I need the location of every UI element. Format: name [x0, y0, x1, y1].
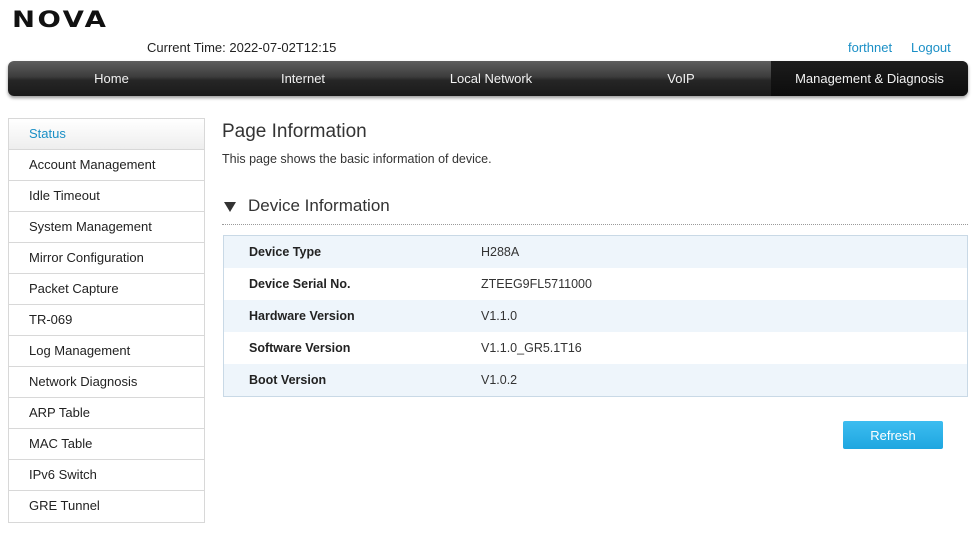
table-row: Device Serial No. ZTEEG9FL5711000	[224, 268, 967, 300]
sidebar-item-mirror-configuration[interactable]: Mirror Configuration	[9, 243, 204, 274]
row-value: H288A	[481, 245, 520, 259]
sidebar-item-tr-069[interactable]: TR-069	[9, 305, 204, 336]
sidebar-item-idle-timeout[interactable]: Idle Timeout	[9, 181, 204, 212]
sidebar-item-mac-table[interactable]: MAC Table	[9, 429, 204, 460]
sidebar-item-packet-capture[interactable]: Packet Capture	[9, 274, 204, 305]
user-link[interactable]: forthnet	[848, 40, 892, 55]
device-info-section-header[interactable]: Device Information	[222, 195, 968, 225]
table-row: Hardware Version V1.1.0	[224, 300, 967, 332]
nav-local-network[interactable]: Local Network	[391, 61, 591, 96]
table-row: Boot Version V1.0.2	[224, 364, 967, 396]
page-description: This page shows the basic information of…	[222, 152, 492, 166]
nav-internet[interactable]: Internet	[215, 61, 391, 96]
collapse-triangle-icon[interactable]	[224, 202, 236, 212]
section-title[interactable]: Device Information	[248, 196, 390, 216]
table-row: Device Type H288A	[224, 236, 967, 268]
logout-link[interactable]: Logout	[911, 40, 951, 55]
nav-home[interactable]: Home	[8, 61, 215, 96]
row-label: Software Version	[249, 341, 351, 355]
sidebar: Status Account Management Idle Timeout S…	[8, 118, 205, 523]
table-row: Software Version V1.1.0_GR5.1T16	[224, 332, 967, 364]
main-nav: Home Internet Local Network VoIP Managem…	[8, 61, 968, 96]
sidebar-item-account-management[interactable]: Account Management	[9, 150, 204, 181]
sidebar-item-arp-table[interactable]: ARP Table	[9, 398, 204, 429]
sidebar-item-gre-tunnel[interactable]: GRE Tunnel	[9, 491, 204, 522]
device-info-table: Device Type H288A Device Serial No. ZTEE…	[223, 235, 968, 397]
sidebar-item-network-diagnosis[interactable]: Network Diagnosis	[9, 367, 204, 398]
sidebar-item-system-management[interactable]: System Management	[9, 212, 204, 243]
page-title: Page Information	[222, 121, 367, 142]
refresh-button[interactable]: Refresh	[843, 421, 943, 449]
row-label: Hardware Version	[249, 309, 355, 323]
nova-logo: NOVA	[12, 8, 109, 33]
row-value: V1.1.0_GR5.1T16	[481, 341, 582, 355]
row-label: Boot Version	[249, 373, 327, 387]
row-label: Device Type	[249, 245, 322, 259]
sidebar-item-status[interactable]: Status	[9, 119, 204, 150]
sidebar-item-ipv6-switch[interactable]: IPv6 Switch	[9, 460, 204, 491]
row-value: ZTEEG9FL5711000	[481, 277, 592, 291]
row-value: V1.1.0	[481, 309, 518, 323]
nav-voip[interactable]: VoIP	[591, 61, 771, 96]
sidebar-item-log-management[interactable]: Log Management	[9, 336, 204, 367]
nav-management-diagnosis[interactable]: Management & Diagnosis	[771, 61, 968, 96]
row-value: V1.0.2	[481, 373, 518, 387]
current-time: Current Time: 2022-07-02T12:15	[147, 40, 337, 55]
row-label: Device Serial No.	[249, 277, 351, 291]
